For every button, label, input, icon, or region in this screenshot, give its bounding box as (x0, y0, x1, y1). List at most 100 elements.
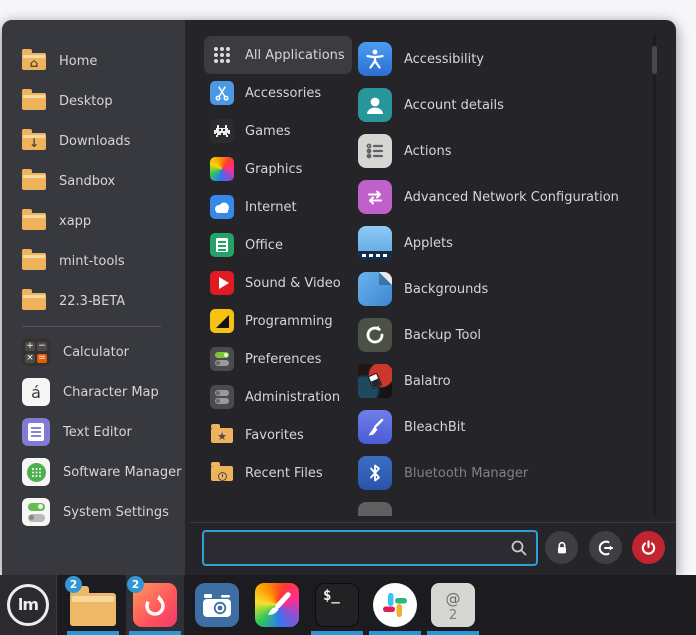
sidebar-item-label: mint-tools (59, 254, 125, 269)
app-item-bleachbit[interactable]: BleachBit (358, 404, 650, 450)
category-all-applications[interactable]: All Applications (204, 36, 352, 74)
app-item-label: Account details (404, 98, 504, 113)
category-label: Sound & Video (245, 276, 341, 291)
taskbar-item-mail[interactable]: @ 2 (424, 575, 482, 635)
app-item-balatro[interactable]: Balatro (358, 358, 650, 404)
sidebar-item-xapp[interactable]: xapp (2, 201, 185, 241)
search-input[interactable] (202, 530, 538, 566)
sidebar-item-label: Character Map (63, 385, 159, 400)
sidebar-item-label: Text Editor (63, 425, 132, 440)
menu-sidebar: ⌂ Home Desktop ↓ Downloads Sandbox xapp (2, 20, 185, 575)
app-item-account-details[interactable]: Account details (358, 82, 650, 128)
cloud-icon (210, 195, 234, 219)
category-internet[interactable]: Internet (204, 188, 352, 226)
category-label: Accessories (245, 86, 321, 101)
running-indicator (427, 631, 479, 635)
sidebar-item-label: 22.3-BETA (59, 294, 125, 309)
running-indicator (67, 631, 119, 635)
system-settings-icon (22, 498, 50, 526)
category-programming[interactable]: Programming (204, 302, 352, 340)
sidebar-item-desktop[interactable]: Desktop (2, 81, 185, 121)
app-icon (358, 502, 392, 516)
category-label: Administration (245, 390, 340, 405)
app-item-label: Backgrounds (404, 282, 488, 297)
scrollbar-thumb[interactable] (652, 46, 657, 74)
app-item-label: Advanced Network Configuration (404, 190, 619, 205)
logout-icon (597, 539, 615, 557)
character-map-icon: á (22, 378, 50, 406)
category-preferences[interactable]: Preferences (204, 340, 352, 378)
category-accessories[interactable]: Accessories (204, 74, 352, 112)
app-item-backgrounds[interactable]: Backgrounds (358, 266, 650, 312)
sidebar-item-label: Desktop (59, 94, 113, 109)
category-recent-files[interactable]: Recent Files (204, 454, 352, 492)
app-item-label: Balatro (404, 374, 451, 389)
sidebar-item-home[interactable]: ⌂ Home (2, 41, 185, 81)
user-account-icon (358, 88, 392, 122)
category-label: Programming (245, 314, 333, 329)
menu-button[interactable]: lm (0, 575, 57, 635)
lock-button[interactable] (545, 531, 578, 564)
app-item-applets[interactable]: Applets (358, 220, 650, 266)
taskbar-item-firefox[interactable]: 2 (126, 575, 184, 635)
backgrounds-page-icon (358, 272, 392, 306)
desktop-background: ⌂ Home Desktop ↓ Downloads Sandbox xapp (0, 0, 696, 635)
sidebar-item-downloads[interactable]: ↓ Downloads (2, 121, 185, 161)
software-manager-icon (22, 458, 50, 486)
lock-icon (554, 540, 570, 556)
app-item-label: Backup Tool (404, 328, 481, 343)
sidebar-item-system-settings[interactable]: System Settings (2, 492, 185, 532)
taskbar-item-terminal[interactable]: $_ (308, 575, 366, 635)
logout-button[interactable] (589, 531, 622, 564)
circular-arrow-icon (358, 318, 392, 352)
category-graphics[interactable]: Graphics (204, 150, 352, 188)
toggles-icon (210, 385, 234, 409)
play-icon (210, 271, 234, 295)
sidebar-item-label: Home (59, 54, 97, 69)
slack-icon (373, 583, 417, 627)
sidebar-item-text-editor[interactable]: Text Editor (2, 412, 185, 452)
sidebar-item-calculator[interactable]: +−×= Calculator (2, 332, 185, 372)
app-item-partial[interactable] (358, 496, 650, 516)
taskbar-item-slack[interactable] (366, 575, 424, 635)
sidebar-item-label: System Settings (63, 505, 169, 520)
app-item-backup-tool[interactable]: Backup Tool (358, 312, 650, 358)
category-office[interactable]: Office (204, 226, 352, 264)
sidebar-item-label: Calculator (63, 345, 129, 360)
sidebar-item-software-manager[interactable]: Software Manager (2, 452, 185, 492)
folder-icon (22, 213, 46, 230)
notification-badge: 2 (127, 576, 144, 593)
app-item-actions[interactable]: Actions (358, 128, 650, 174)
taskbar-item-files[interactable]: 2 (64, 575, 122, 635)
sidebar-item-22-3-beta[interactable]: 22.3-BETA (2, 281, 185, 321)
category-games[interactable]: Games (204, 112, 352, 150)
sidebar-item-sandbox[interactable]: Sandbox (2, 161, 185, 201)
app-item-bluetooth-manager[interactable]: Bluetooth Manager (358, 450, 650, 496)
app-item-accessibility[interactable]: Accessibility (358, 36, 650, 82)
category-administration[interactable]: Administration (204, 378, 352, 416)
category-label: Office (245, 238, 283, 253)
favorites-folder-icon: ★ (210, 423, 234, 447)
notification-badge: 2 (65, 576, 82, 593)
files-icon (70, 593, 116, 626)
taskbar-item-screenshot[interactable] (188, 575, 246, 635)
taskbar-item-drawing[interactable] (248, 575, 306, 635)
scissors-icon (210, 81, 234, 105)
code-triangle-icon (210, 309, 234, 333)
text-editor-icon (22, 418, 50, 446)
mint-logo-icon: lm (7, 584, 49, 626)
category-favorites[interactable]: ★ Favorites (204, 416, 352, 454)
category-label: Internet (245, 200, 297, 215)
application-list: Accessibility Account details Actions Ad… (358, 36, 650, 516)
category-label: All Applications (245, 48, 345, 63)
sidebar-item-label: xapp (59, 214, 91, 229)
running-indicator (369, 631, 421, 635)
category-sound-video[interactable]: Sound & Video (204, 264, 352, 302)
power-button[interactable] (632, 531, 665, 564)
app-item-advanced-network-configuration[interactable]: Advanced Network Configuration (358, 174, 650, 220)
sidebar-item-label: Sandbox (59, 174, 115, 189)
sidebar-item-mint-tools[interactable]: mint-tools (2, 241, 185, 281)
sidebar-item-label: Software Manager (63, 465, 181, 480)
at-sign-icon: @ 2 (431, 583, 475, 627)
sidebar-item-character-map[interactable]: á Character Map (2, 372, 185, 412)
